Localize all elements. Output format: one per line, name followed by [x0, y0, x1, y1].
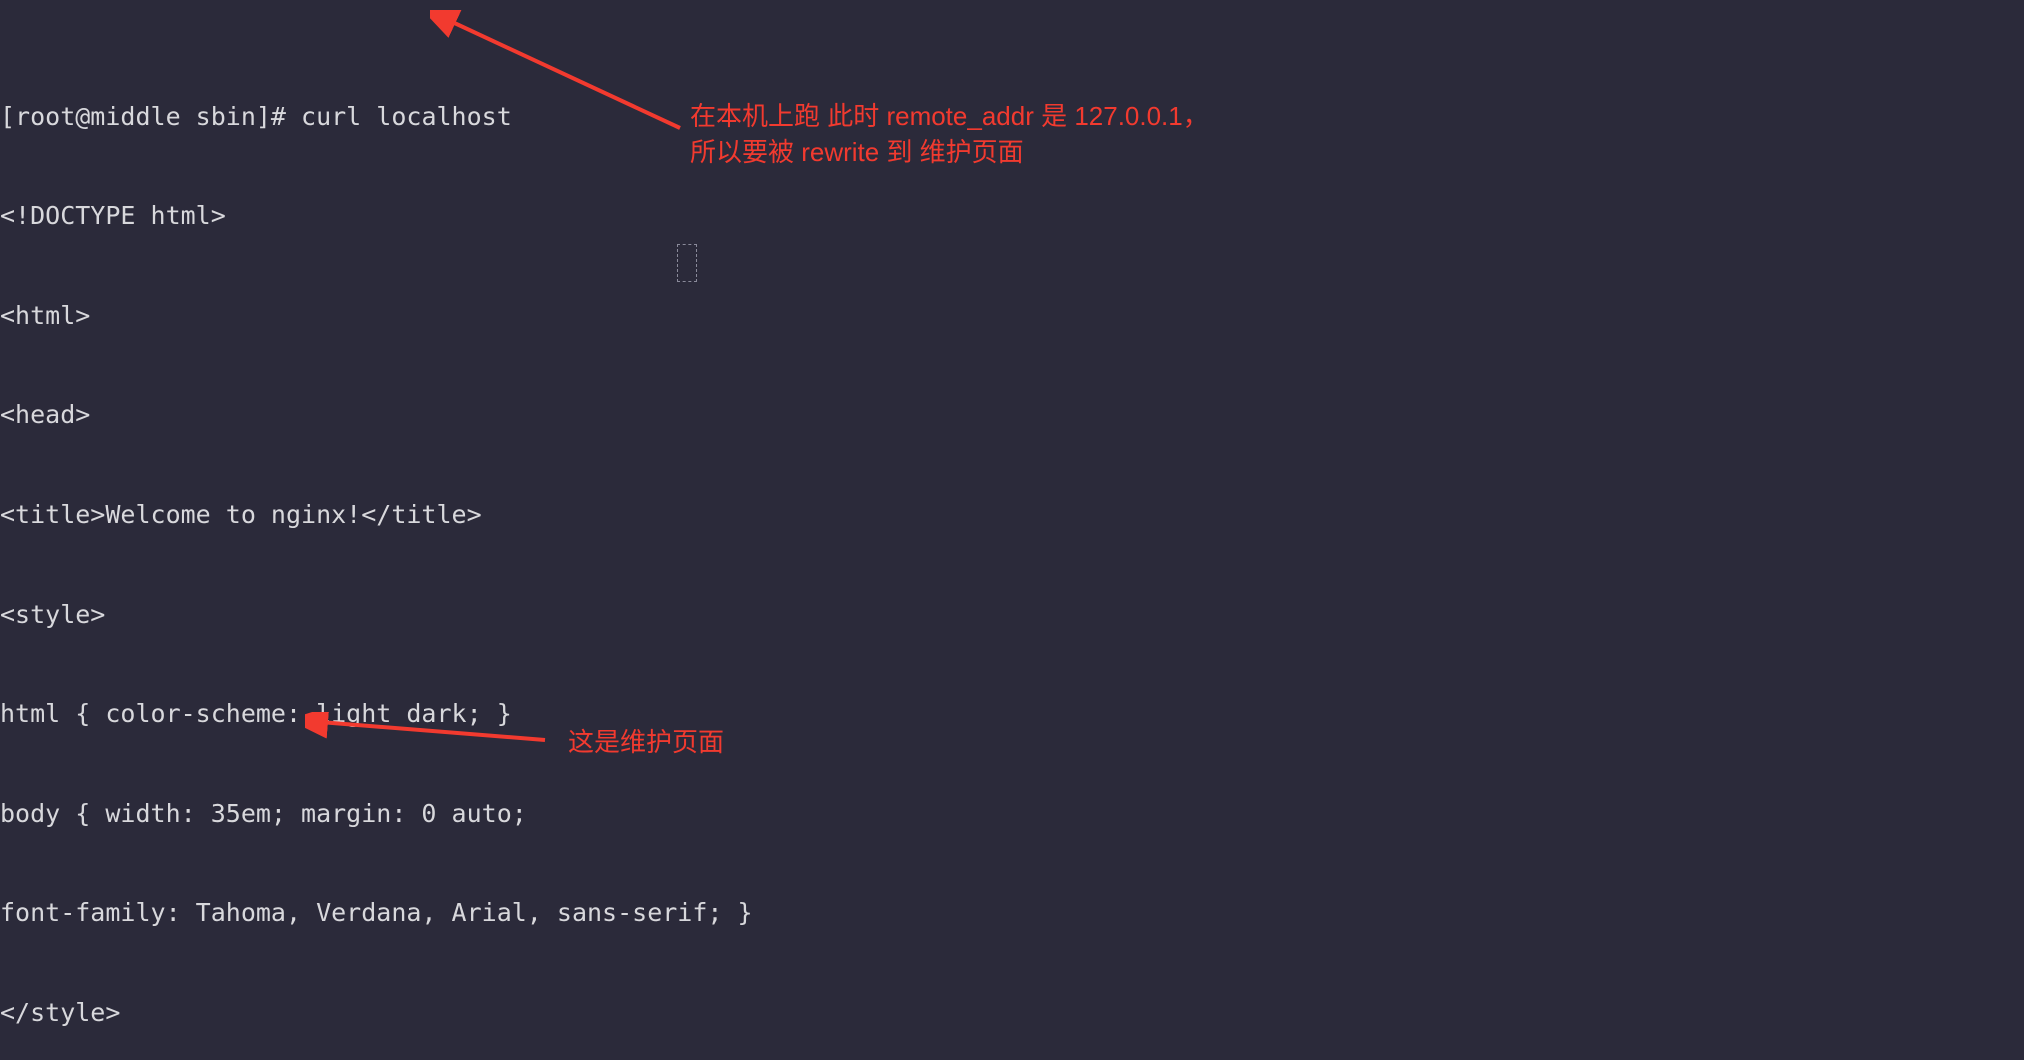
output-line: </style> — [0, 996, 2024, 1029]
shell-command: curl localhost — [301, 102, 512, 131]
output-line: body { width: 35em; margin: 0 auto; — [0, 797, 2024, 830]
output-line: <html> — [0, 299, 2024, 332]
text-cursor — [677, 244, 697, 282]
annotation-text: 这是维护页面 — [568, 727, 724, 757]
output-line: <head> — [0, 398, 2024, 431]
annotation-text: 在本机上跑 此时 remote_addr 是 127.0.0.1， — [690, 98, 1209, 134]
shell-prompt: [root@middle sbin]# — [0, 102, 301, 131]
output-line: <title>Welcome to nginx!</title> — [0, 498, 2024, 531]
output-line: <style> — [0, 598, 2024, 631]
annotation-top: 在本机上跑 此时 remote_addr 是 127.0.0.1， 所以要被 r… — [690, 98, 1209, 170]
output-line: font-family: Tahoma, Verdana, Arial, san… — [0, 896, 2024, 929]
annotation-text: 所以要被 rewrite 到 维护页面 — [690, 134, 1209, 170]
terminal-window[interactable]: [root@middle sbin]# curl localhost <!DOC… — [0, 0, 2024, 1060]
output-line: html { color-scheme: light dark; } — [0, 697, 2024, 730]
output-line: <!DOCTYPE html> — [0, 199, 2024, 232]
annotation-bottom: 这是维护页面 — [568, 724, 724, 760]
